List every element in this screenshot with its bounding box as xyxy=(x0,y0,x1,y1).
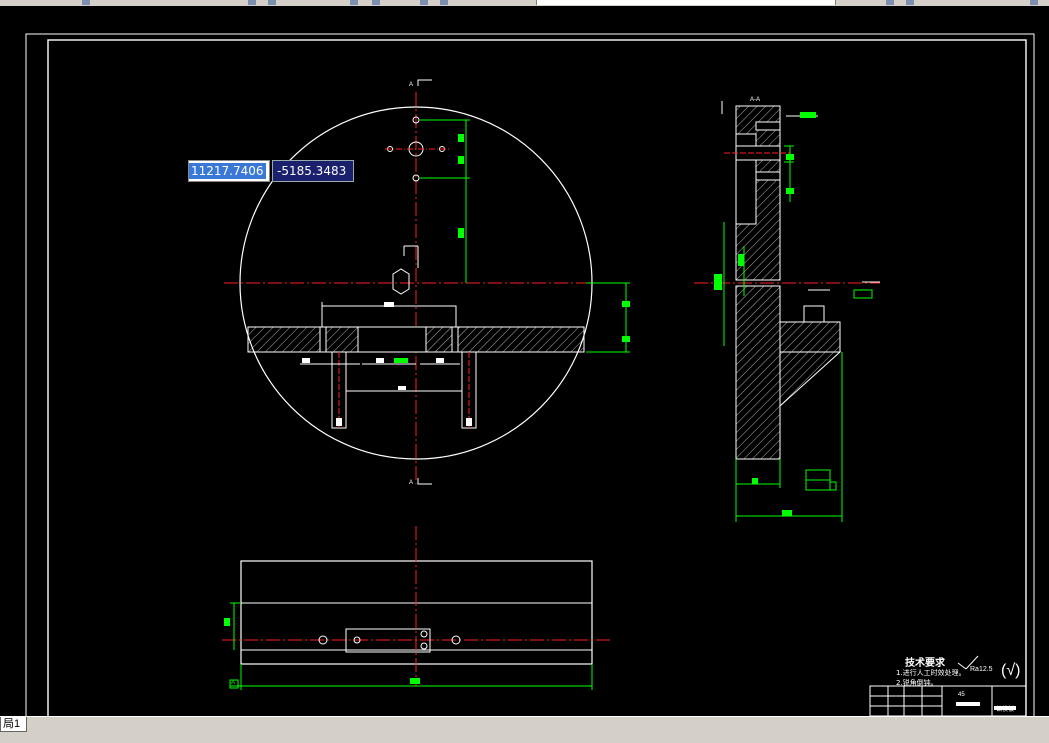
status-bar: 局1 xyxy=(0,716,1049,743)
toolbar-icon[interactable] xyxy=(440,0,448,5)
drawing-canvas[interactable]: A A A A-A 技术要求 1.进行人工时效处理。 2.锐角倒钝。 Ra12.… xyxy=(0,6,1049,716)
datum-label: A xyxy=(231,680,236,686)
toolbar-icon[interactable] xyxy=(268,0,276,5)
title-block-name: 钻模板 xyxy=(996,707,1015,713)
section-mark-bottom xyxy=(417,478,432,485)
tech-note-2: 2.锐角倒钝。 xyxy=(896,679,938,687)
x-coordinate-input[interactable]: 11217.7406 xyxy=(188,160,270,182)
section-view-label: A-A xyxy=(750,97,761,103)
section-label-top: A xyxy=(409,82,414,88)
layer-dropdown[interactable] xyxy=(536,0,836,5)
hex-nut xyxy=(392,268,410,295)
title-block-material: 45 xyxy=(958,692,965,698)
tech-note-1: 1.进行人工时效处理。 xyxy=(896,669,966,677)
section-label-bottom: A xyxy=(409,480,414,486)
x-coordinate-value: 11217.7406 xyxy=(189,163,266,179)
outer-frame xyxy=(25,33,1035,716)
toolbar-icon[interactable] xyxy=(248,0,256,5)
section-mark-top xyxy=(417,79,432,86)
roughness-symbol: Ra12.5 xyxy=(970,666,993,673)
toolbar-icon[interactable] xyxy=(420,0,428,5)
cad-drawing xyxy=(25,33,1035,716)
toolbar-icon[interactable] xyxy=(1030,0,1038,5)
layout-tab[interactable]: 局1 xyxy=(0,717,28,732)
tech-requirements-title: 技术要求 xyxy=(905,658,945,669)
toolbar-icon[interactable] xyxy=(82,0,90,5)
toolbar-icon[interactable] xyxy=(372,0,380,5)
inner-frame xyxy=(47,39,1027,716)
toolbar-icon[interactable] xyxy=(886,0,894,5)
toolbar-icon[interactable] xyxy=(350,0,358,5)
side-body-bottom xyxy=(735,285,781,460)
y-coordinate-input[interactable]: -5185.3483 xyxy=(272,160,354,182)
toolbar-icon[interactable] xyxy=(906,0,914,5)
roughness-check: (√) xyxy=(1001,662,1021,679)
